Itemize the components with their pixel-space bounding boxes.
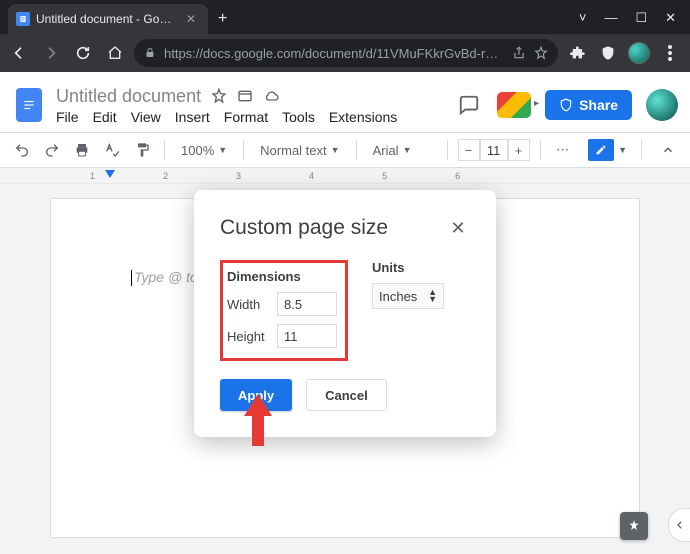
units-label: Units	[372, 260, 444, 275]
paragraph-style-select[interactable]: Normal text▼	[254, 143, 345, 158]
back-button[interactable]	[6, 40, 32, 66]
reload-button[interactable]	[70, 40, 96, 66]
docs-toolbar: 100%▼ Normal text▼ Arial▼ − 11 + ⋯ ▼	[0, 132, 690, 168]
share-label: Share	[579, 97, 618, 113]
home-button[interactable]	[102, 40, 128, 66]
menu-extensions[interactable]: Extensions	[329, 109, 397, 125]
chrome-menu-icon[interactable]	[660, 43, 680, 63]
font-size-increase[interactable]: +	[508, 139, 530, 161]
docs-favicon	[16, 12, 30, 26]
dialog-title: Custom page size	[220, 216, 388, 240]
font-select[interactable]: Arial▼	[367, 143, 437, 158]
height-input[interactable]	[277, 324, 337, 348]
dimensions-highlight-box: Dimensions Width Height	[220, 260, 348, 361]
menu-format[interactable]: Format	[224, 109, 268, 125]
font-size-control: − 11 +	[458, 139, 530, 161]
width-input[interactable]	[277, 292, 337, 316]
text-cursor	[131, 270, 132, 286]
explore-button[interactable]	[620, 512, 648, 540]
document-title[interactable]: Untitled document	[56, 86, 201, 107]
zoom-select[interactable]: 100%▼	[175, 143, 233, 158]
units-select[interactable]: Inches ▲▼	[372, 283, 444, 309]
indent-marker-icon[interactable]	[105, 170, 115, 180]
share-url-icon[interactable]	[512, 46, 526, 60]
url-box[interactable]: https://docs.google.com/document/d/11VMu…	[134, 39, 558, 67]
browser-titlebar: Untitled document - Google Doc ✕ + ˅ — ☐…	[0, 0, 690, 34]
stepper-arrows-icon: ▲▼	[428, 289, 437, 303]
extensions-icon[interactable]	[568, 43, 588, 63]
menu-edit[interactable]: Edit	[93, 109, 117, 125]
height-label: Height	[227, 329, 269, 344]
font-size-decrease[interactable]: −	[458, 139, 480, 161]
custom-page-size-dialog: Custom page size ✕ Dimensions Width Heig…	[194, 190, 496, 437]
browser-address-bar: https://docs.google.com/document/d/11VMu…	[0, 34, 690, 72]
lock-icon	[144, 47, 156, 59]
width-label: Width	[227, 297, 269, 312]
cloud-status-icon[interactable]	[263, 88, 281, 104]
dimensions-label: Dimensions	[227, 269, 337, 284]
new-tab-button[interactable]: +	[208, 4, 237, 34]
units-value: Inches	[379, 289, 417, 304]
tab-title: Untitled document - Google Doc	[36, 12, 176, 26]
horizontal-ruler[interactable]: 1 2 3 4 5 6	[0, 168, 690, 184]
window-dropdown-icon[interactable]: ˅	[579, 10, 587, 26]
share-button[interactable]: Share	[545, 90, 632, 120]
tab-close-icon[interactable]: ✕	[182, 12, 200, 26]
move-icon[interactable]	[237, 88, 253, 104]
bookmark-icon[interactable]	[534, 46, 548, 60]
font-size-value[interactable]: 11	[480, 139, 508, 161]
menu-file[interactable]: File	[56, 109, 79, 125]
menu-insert[interactable]: Insert	[175, 109, 210, 125]
menu-bar: File Edit View Insert Format Tools Exten…	[56, 109, 445, 125]
docs-logo[interactable]	[12, 83, 46, 127]
window-close-icon[interactable]: ✕	[665, 10, 676, 26]
paint-format-icon[interactable]	[130, 138, 154, 162]
extension-icons	[564, 42, 684, 64]
menu-view[interactable]: View	[131, 109, 161, 125]
meet-button[interactable]	[497, 92, 531, 118]
docs-header: Untitled document File Edit View Insert …	[0, 72, 690, 132]
window-controls: ˅ — ☐ ✕	[579, 10, 690, 34]
print-icon[interactable]	[70, 138, 94, 162]
show-side-panel-button[interactable]	[668, 508, 690, 542]
spellcheck-icon[interactable]	[100, 138, 124, 162]
star-icon[interactable]	[211, 88, 227, 104]
dialog-close-icon[interactable]: ✕	[446, 216, 470, 240]
comments-icon[interactable]	[455, 91, 483, 119]
menu-tools[interactable]: Tools	[282, 109, 315, 125]
window-maximize-icon[interactable]: ☐	[635, 10, 647, 26]
url-text: https://docs.google.com/document/d/11VMu…	[164, 46, 504, 61]
more-tools-icon[interactable]: ⋯	[551, 138, 575, 162]
browser-tab[interactable]: Untitled document - Google Doc ✕	[8, 4, 208, 34]
undo-icon[interactable]	[10, 138, 34, 162]
account-avatar[interactable]	[646, 89, 678, 121]
profile-extension-icon[interactable]	[628, 42, 650, 64]
editing-mode-button[interactable]: ▼	[588, 139, 627, 161]
extension-shield-icon[interactable]	[598, 43, 618, 63]
apply-button[interactable]: Apply	[220, 379, 292, 411]
pencil-icon	[588, 139, 614, 161]
forward-button[interactable]	[38, 40, 64, 66]
collapse-toolbar-icon[interactable]	[656, 138, 680, 162]
redo-icon[interactable]	[40, 138, 64, 162]
cancel-button[interactable]: Cancel	[306, 379, 387, 411]
window-minimize-icon[interactable]: —	[604, 10, 617, 26]
